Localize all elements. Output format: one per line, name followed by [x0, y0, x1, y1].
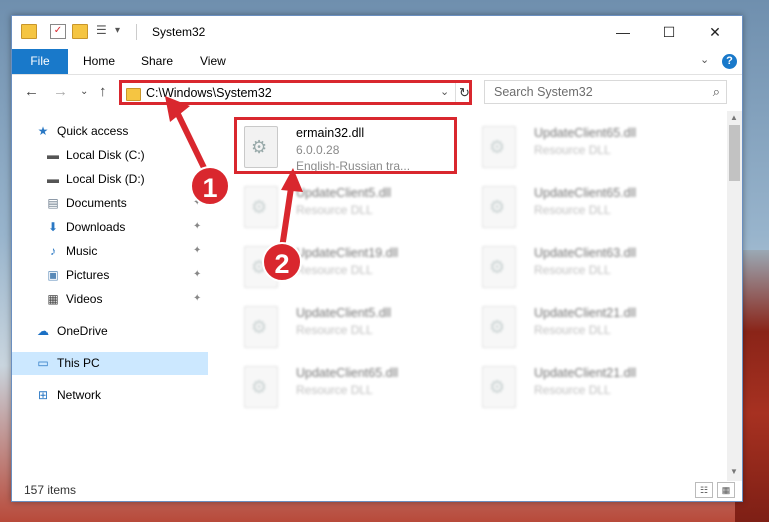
arrow-2-head	[281, 168, 303, 192]
annotation-arrows	[165, 96, 303, 249]
callout-2: 2	[262, 242, 302, 282]
arrow-2-line	[279, 187, 294, 249]
callout-1: 1	[190, 166, 230, 206]
